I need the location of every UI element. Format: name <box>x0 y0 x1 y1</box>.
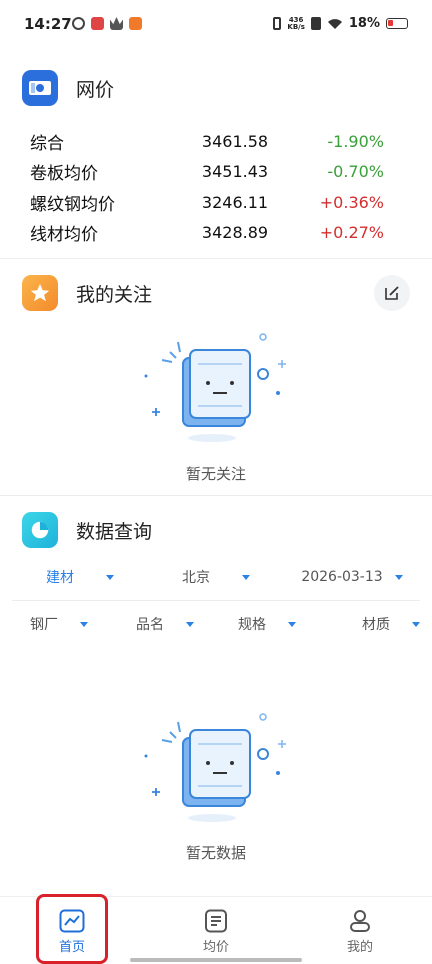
sim-icon <box>310 17 321 30</box>
filter-category-label: 建材 <box>46 570 74 586</box>
app-notification-icon <box>91 17 104 30</box>
notification-icons <box>72 17 142 30</box>
watch-section-header: 我的关注 <box>22 275 152 311</box>
filter-city-label: 北京 <box>182 570 210 586</box>
document-icon <box>205 909 227 933</box>
highlight-box <box>36 894 108 964</box>
filter-product[interactable]: 品名 <box>114 614 216 634</box>
net-speed: 436 KB/s <box>287 16 305 31</box>
user-icon <box>350 910 370 932</box>
empty-watch-illustration <box>144 333 286 442</box>
price-row[interactable]: 卷板均价 3451.43 -0.70% <box>30 157 400 188</box>
filter-date[interactable]: 2026-03-13 <box>284 569 420 585</box>
nav-average-price[interactable]: 均价 <box>144 897 288 964</box>
section-divider <box>0 258 432 259</box>
nav-profile-label: 我的 <box>346 940 373 955</box>
price-change: +0.27% <box>319 223 384 243</box>
query-section-title: 数据查询 <box>76 520 153 543</box>
app-notification-icon <box>129 17 142 30</box>
filter-spec[interactable]: 规格 <box>216 614 318 634</box>
filter-mill-label: 钢厂 <box>30 617 58 633</box>
filter-spec-label: 规格 <box>238 617 266 633</box>
chevron-down-icon <box>186 621 194 627</box>
wifi-icon <box>327 18 342 29</box>
price-name: 综合 <box>30 133 64 154</box>
price-value: 3451.43 <box>201 162 269 182</box>
battery-percent: 18% <box>348 16 380 31</box>
price-name: 卷板均价 <box>30 164 98 185</box>
price-row[interactable]: 螺纹钢均价 3246.11 +0.36% <box>30 187 400 218</box>
price-table: 综合 3461.58 -1.90% 卷板均价 3451.43 -0.70% 螺纹… <box>30 126 400 248</box>
filter-date-label: 2026-03-13 <box>301 569 383 585</box>
status-right: 436 KB/s 18% <box>273 16 408 31</box>
vibrate-icon <box>273 17 282 30</box>
nav-profile[interactable]: 我的 <box>288 897 432 964</box>
chevron-down-icon <box>394 574 403 580</box>
price-name: 螺纹钢均价 <box>30 194 115 215</box>
pie-chart-icon <box>22 512 58 548</box>
filter-mill[interactable]: 钢厂 <box>12 614 114 634</box>
status-bar: 14:27 436 KB/s 18% <box>0 0 432 52</box>
chevron-down-icon <box>106 574 114 580</box>
price-value: 3428.89 <box>201 223 269 243</box>
empty-data-illustration <box>144 713 286 822</box>
chevron-down-icon <box>80 621 88 627</box>
filter-category[interactable]: 建材 <box>12 567 148 587</box>
price-row[interactable]: 综合 3461.58 -1.90% <box>30 126 400 157</box>
query-section-header: 数据查询 <box>22 512 152 548</box>
filter-row-secondary: 钢厂 品名 规格 材质 <box>12 613 420 635</box>
empty-watch-text: 暂无关注 <box>185 465 246 483</box>
watch-section-title: 我的关注 <box>76 283 153 306</box>
nav-average-price-label: 均价 <box>202 940 229 955</box>
home-indicator[interactable] <box>130 958 302 962</box>
sync-icon <box>72 17 85 30</box>
price-change: -0.70% <box>327 162 384 182</box>
filter-product-label: 品名 <box>136 617 164 633</box>
edit-icon <box>385 286 399 300</box>
net-speed-unit: KB/s <box>287 22 305 31</box>
filter-divider <box>12 600 420 601</box>
section-divider <box>0 495 432 496</box>
price-value: 3246.11 <box>201 192 269 212</box>
money-icon <box>22 70 58 106</box>
price-row[interactable]: 线材均价 3428.89 +0.27% <box>30 218 400 249</box>
status-time: 14:27 <box>24 15 72 33</box>
price-change: -1.90% <box>327 131 384 151</box>
filter-material-label: 材质 <box>362 617 390 633</box>
filter-material[interactable]: 材质 <box>318 614 420 634</box>
filter-row-primary: 建材 北京 2026-03-13 <box>12 566 420 588</box>
price-section-header: 网价 <box>22 70 114 106</box>
crown-icon <box>110 17 123 30</box>
battery-icon <box>386 18 408 29</box>
star-icon <box>22 275 58 311</box>
filter-city[interactable]: 北京 <box>148 567 284 587</box>
chevron-down-icon <box>288 621 296 627</box>
chevron-down-icon <box>242 574 250 580</box>
price-section-title: 网价 <box>76 78 115 101</box>
price-change: +0.36% <box>319 192 384 212</box>
empty-data-text: 暂无数据 <box>185 844 246 862</box>
edit-button[interactable] <box>374 275 410 311</box>
price-value: 3461.58 <box>201 131 269 151</box>
chevron-down-icon <box>412 621 420 627</box>
price-name: 线材均价 <box>30 225 98 246</box>
